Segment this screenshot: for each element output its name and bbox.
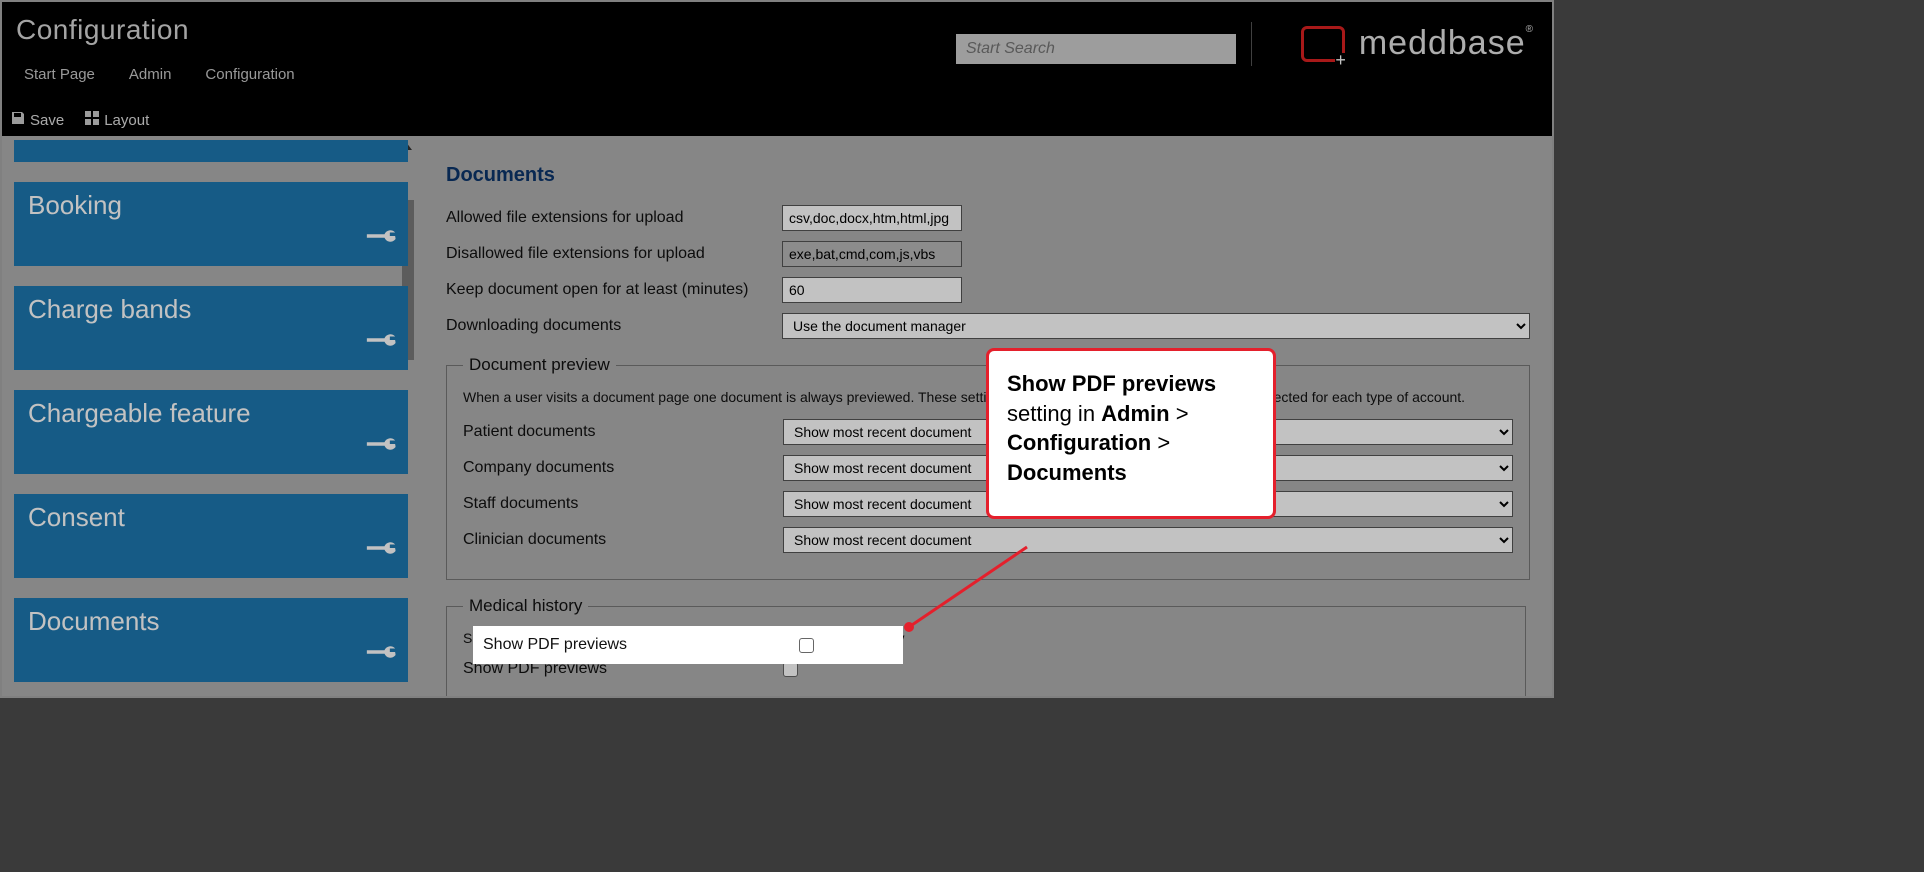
disallowed-ext-label: Disallowed file extensions for upload <box>446 245 782 263</box>
medical-history-legend: Medical history <box>463 596 588 616</box>
floppy-icon <box>10 110 26 130</box>
annotation-callout: Show PDF previews setting in Admin > Con… <box>986 348 1276 519</box>
sidebar-item-label: Documents <box>28 606 160 636</box>
sidebar-item-label: Charge bands <box>28 294 191 324</box>
wrench-icon <box>366 533 396 570</box>
show-pdf-label-highlight: Show PDF previews <box>483 636 799 654</box>
patient-docs-label: Patient documents <box>463 423 783 441</box>
downloading-label: Downloading documents <box>446 317 782 335</box>
callout-strong-7: Documents <box>1007 460 1127 485</box>
show-pdf-checkbox-highlight[interactable] <box>799 638 814 653</box>
sidebar-item-booking[interactable]: Booking <box>14 182 408 266</box>
callout-text-4: > <box>1170 401 1189 426</box>
layout-button[interactable]: Layout <box>84 110 149 130</box>
company-docs-label: Company documents <box>463 459 783 477</box>
callout-text-2: setting in <box>1007 401 1101 426</box>
staff-docs-label: Staff documents <box>463 495 783 513</box>
logo-separator <box>1251 22 1252 66</box>
save-button[interactable]: Save <box>10 110 64 130</box>
disallowed-ext-input[interactable] <box>782 241 962 267</box>
breadcrumb-admin[interactable]: Admin <box>129 66 172 83</box>
save-label: Save <box>30 112 64 129</box>
sidebar-item-partial[interactable] <box>14 140 408 162</box>
sidebar-item-chargeable-feature[interactable]: Chargeable feature <box>14 390 408 474</box>
sidebar-item-documents[interactable]: Documents <box>14 598 408 682</box>
callout-text-6: > <box>1151 430 1170 455</box>
sidebar-item-charge-bands[interactable]: Charge bands <box>14 286 408 370</box>
clinician-docs-label: Clinician documents <box>463 531 783 549</box>
keepopen-label: Keep document open for at least (minutes… <box>446 281 782 299</box>
breadcrumb-configuration[interactable]: Configuration <box>205 66 294 83</box>
clinician-docs-select[interactable]: Show most recent document <box>783 527 1513 553</box>
sidebar-item-label: Booking <box>28 190 122 220</box>
sidebar-item-label: Consent <box>28 502 125 532</box>
callout-strong-5: Configuration <box>1007 430 1151 455</box>
section-heading-documents: Documents <box>446 164 1552 187</box>
highlighted-show-pdf-row: Show PDF previews <box>473 626 903 664</box>
breadcrumb-start-page[interactable]: Start Page <box>24 66 95 83</box>
wrench-icon <box>366 429 396 466</box>
wrench-icon <box>366 637 396 674</box>
grid-icon <box>84 110 100 130</box>
brand-text: meddbase® <box>1359 24 1534 63</box>
wrench-icon <box>366 221 396 258</box>
keepopen-input[interactable] <box>782 277 962 303</box>
brand-logo: meddbase® <box>1301 24 1534 63</box>
top-bar: Configuration Start Page Admin Configura… <box>2 2 1552 136</box>
sidebar-item-consent[interactable]: Consent <box>14 494 408 578</box>
sidebar-item-label: Chargeable feature <box>28 398 251 428</box>
downloading-select[interactable]: Use the document manager <box>782 313 1530 339</box>
wrench-icon <box>366 325 396 362</box>
brand-mark-icon <box>1301 26 1345 62</box>
callout-pointer-line <box>897 542 1037 642</box>
wrench-icon <box>366 140 396 154</box>
layout-label: Layout <box>104 112 149 129</box>
allowed-ext-input[interactable] <box>782 205 962 231</box>
search-input[interactable] <box>956 34 1236 64</box>
callout-strong-3: Admin <box>1101 401 1169 426</box>
document-preview-legend: Document preview <box>463 355 616 375</box>
sidebar: Booking Charge bands Chargeable feature … <box>2 136 416 696</box>
allowed-ext-label: Allowed file extensions for upload <box>446 209 782 227</box>
callout-strong-1: Show PDF previews <box>1007 371 1216 396</box>
